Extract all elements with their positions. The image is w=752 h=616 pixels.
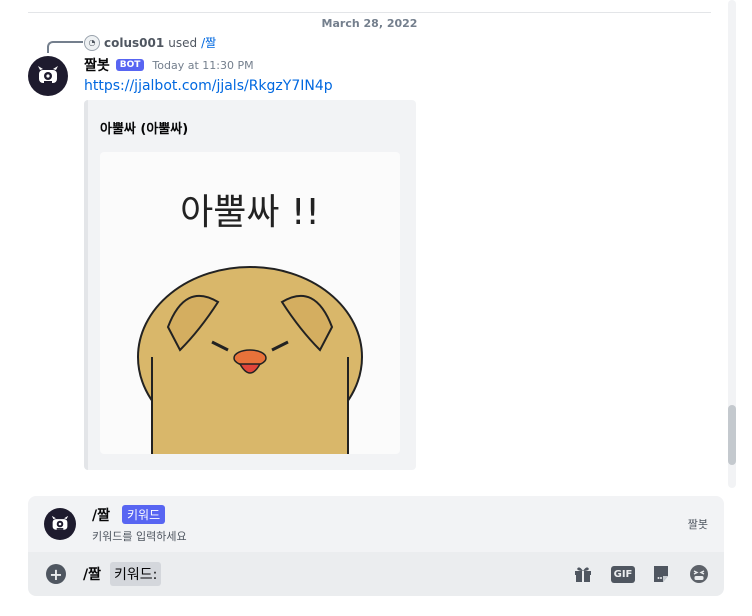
input-option-field[interactable]: 키워드: [110, 562, 162, 586]
reply-username[interactable]: colus001 [104, 36, 164, 50]
input-command[interactable]: /짤 [83, 564, 101, 584]
reply-avatar[interactable]: ◔ [84, 34, 100, 51]
scrollbar-thumb[interactable] [728, 405, 736, 465]
sticker-icon[interactable] [650, 563, 672, 585]
message-link[interactable]: https://jjalbot.com/jjals/RkgzY7IN4p [84, 78, 333, 94]
autocomplete-description: 키워드를 입력하세요 [92, 530, 187, 543]
date-divider: March 28, 2022 [28, 12, 711, 30]
embed-image[interactable]: 아뿔싸 !! [100, 152, 400, 454]
gif-picker-button[interactable]: GIF [610, 563, 636, 585]
gif-icon: GIF [610, 565, 636, 583]
reply-command[interactable]: /짤 [201, 34, 216, 51]
emoji-icon[interactable] [688, 563, 710, 585]
reply-used-text: used [168, 35, 198, 50]
message-timestamp: Today at 11:30 PM [152, 58, 254, 72]
robot-icon [38, 66, 58, 83]
autocomplete-app-name: 짤봇 [687, 518, 708, 531]
message-input-bar[interactable]: + /짤 키워드: GIF [28, 552, 724, 596]
embed-image-caption: 아뿔싸 !! [180, 192, 320, 233]
autocomplete-option-badge[interactable]: 키워드 [122, 505, 166, 524]
embed: 아뿔싸 (아뿔싸) 아뿔싸 !! [84, 100, 416, 470]
command-autocomplete[interactable]: /짤 키워드 키워드를 입력하세요 짤봇 [28, 496, 724, 552]
message-header: 짤봇 BOT Today at 11:30 PM [84, 55, 254, 75]
plus-circle-icon[interactable]: + [46, 564, 66, 584]
autocomplete-command: /짤 [92, 508, 110, 524]
bot-name[interactable]: 짤봇 [84, 55, 110, 75]
autocomplete-avatar [44, 508, 76, 540]
robot-icon [51, 515, 69, 530]
date-divider-label: March 28, 2022 [315, 17, 424, 30]
gift-icon[interactable] [572, 563, 594, 585]
reply-reference[interactable]: ◔ colus001 used /짤 [84, 34, 216, 51]
bot-tag: BOT [115, 59, 145, 71]
bot-avatar[interactable] [28, 56, 68, 96]
embed-title: 아뿔싸 (아뿔싸) [100, 122, 189, 137]
reply-connector [47, 41, 83, 53]
